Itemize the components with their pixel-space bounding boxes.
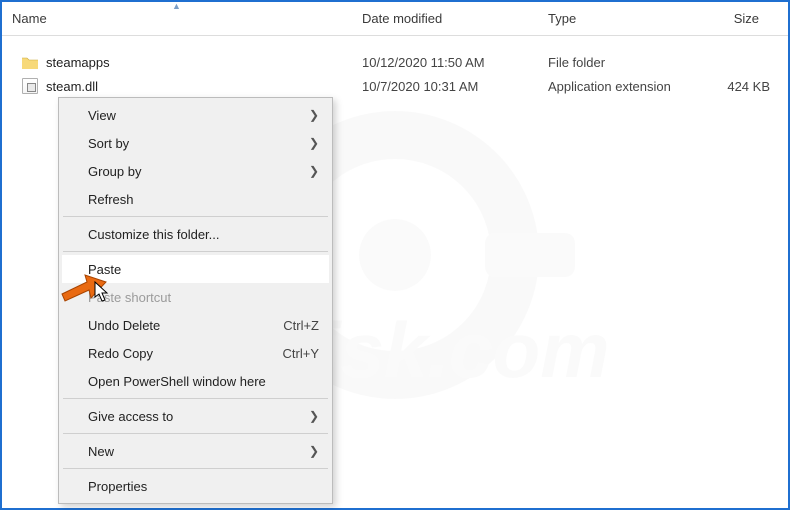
file-list[interactable]: steamapps 10/12/2020 11:50 AM File folde… <box>2 36 788 98</box>
menu-label: Paste <box>88 262 121 277</box>
menu-item-customize[interactable]: Customize this folder... <box>62 220 329 248</box>
chevron-right-icon: ❯ <box>309 136 319 150</box>
menu-item-refresh[interactable]: Refresh <box>62 185 329 213</box>
file-size: 424 KB <box>698 79 770 94</box>
chevron-right-icon: ❯ <box>309 164 319 178</box>
file-date: 10/7/2020 10:31 AM <box>352 79 538 94</box>
file-row-dll[interactable]: steam.dll 10/7/2020 10:31 AM Application… <box>2 74 788 98</box>
menu-label: New <box>88 444 114 459</box>
column-header-size[interactable]: Size <box>698 2 770 35</box>
menu-item-view[interactable]: View ❯ <box>62 101 329 129</box>
column-header-type[interactable]: Type <box>538 2 698 35</box>
file-row-folder[interactable]: steamapps 10/12/2020 11:50 AM File folde… <box>2 50 788 74</box>
menu-item-paste-shortcut: Paste shortcut <box>62 283 329 311</box>
menu-item-undo-delete[interactable]: Undo Delete Ctrl+Z <box>62 311 329 339</box>
menu-label: View <box>88 108 116 123</box>
menu-separator <box>63 251 328 252</box>
menu-label: Refresh <box>88 192 134 207</box>
menu-item-redo-copy[interactable]: Redo Copy Ctrl+Y <box>62 339 329 367</box>
menu-shortcut: Ctrl+Y <box>283 346 319 361</box>
menu-item-new[interactable]: New ❯ <box>62 437 329 465</box>
menu-separator <box>63 398 328 399</box>
file-name: steam.dll <box>46 79 98 94</box>
menu-label: Group by <box>88 164 141 179</box>
file-name: steamapps <box>46 55 110 70</box>
folder-icon <box>22 56 38 69</box>
menu-item-paste[interactable]: Paste <box>62 255 329 283</box>
menu-label: Redo Copy <box>88 346 153 361</box>
menu-label: Properties <box>88 479 147 494</box>
menu-item-properties[interactable]: Properties <box>62 472 329 500</box>
menu-label: Sort by <box>88 136 129 151</box>
menu-item-open-powershell[interactable]: Open PowerShell window here <box>62 367 329 395</box>
column-label: Name <box>12 11 47 26</box>
menu-label: Give access to <box>88 409 173 424</box>
chevron-right-icon: ❯ <box>309 108 319 122</box>
file-type: Application extension <box>538 79 698 94</box>
chevron-right-icon: ❯ <box>309 444 319 458</box>
menu-item-group-by[interactable]: Group by ❯ <box>62 157 329 185</box>
dll-icon <box>22 78 38 94</box>
column-label: Date modified <box>362 11 442 26</box>
file-date: 10/12/2020 11:50 AM <box>352 55 538 70</box>
context-menu: View ❯ Sort by ❯ Group by ❯ Refresh Cust… <box>58 97 333 504</box>
menu-separator <box>63 468 328 469</box>
column-label: Type <box>548 11 576 26</box>
menu-label: Open PowerShell window here <box>88 374 266 389</box>
column-header-date[interactable]: Date modified <box>352 2 538 35</box>
menu-separator <box>63 216 328 217</box>
chevron-right-icon: ❯ <box>309 409 319 423</box>
explorer-window: PCrisk.com Name ▲ Date modified Type Siz… <box>0 0 790 510</box>
menu-separator <box>63 433 328 434</box>
menu-item-sort-by[interactable]: Sort by ❯ <box>62 129 329 157</box>
menu-shortcut: Ctrl+Z <box>283 318 319 333</box>
column-header-row: Name ▲ Date modified Type Size <box>2 2 788 36</box>
menu-label: Paste shortcut <box>88 290 171 305</box>
column-header-name[interactable]: Name ▲ <box>2 2 352 35</box>
menu-item-give-access[interactable]: Give access to ❯ <box>62 402 329 430</box>
menu-label: Customize this folder... <box>88 227 220 242</box>
sort-asc-icon: ▲ <box>172 1 181 11</box>
file-type: File folder <box>538 55 698 70</box>
column-label: Size <box>734 11 759 26</box>
menu-label: Undo Delete <box>88 318 160 333</box>
